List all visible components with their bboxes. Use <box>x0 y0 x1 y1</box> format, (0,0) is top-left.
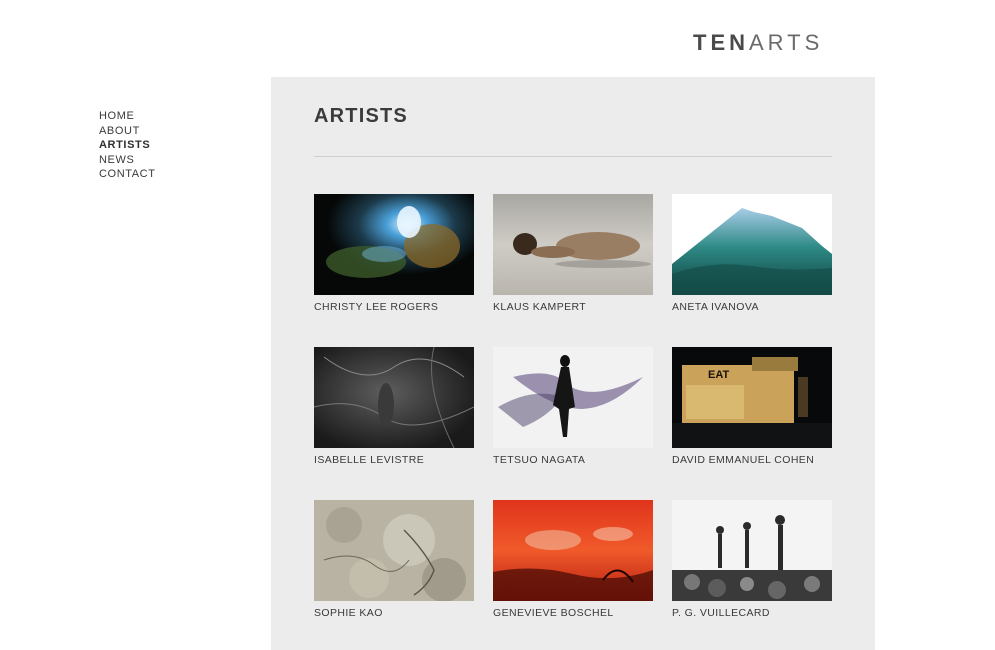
logo-bold-text: TEN <box>693 30 749 55</box>
nav-item-artists[interactable]: ARTISTS <box>99 138 156 153</box>
title-divider <box>314 156 832 157</box>
artist-thumbnail[interactable] <box>672 500 832 601</box>
artist-name[interactable]: KLAUS KAMPERT <box>493 301 653 313</box>
artist-card-christy-lee-rogers[interactable]: CHRISTY LEE ROGERS <box>314 194 474 313</box>
artist-name[interactable]: ANETA IVANOVA <box>672 301 832 313</box>
artist-card-david-emmanuel-cohen[interactable]: EAT DAVID EMMANUEL COHEN <box>672 347 832 466</box>
artist-thumbnail[interactable] <box>314 194 474 295</box>
artist-thumbnail[interactable] <box>314 347 474 448</box>
artist-name[interactable]: P. G. VUILLECARD <box>672 607 832 619</box>
artist-name[interactable]: SOPHIE KAO <box>314 607 474 619</box>
nav-item-news[interactable]: NEWS <box>99 153 156 168</box>
artist-thumbnail[interactable] <box>493 500 653 601</box>
page-title: ARTISTS <box>314 105 408 127</box>
artist-card-sophie-kao[interactable]: SOPHIE KAO <box>314 500 474 619</box>
content-panel: ARTISTS CHRISTY LEE ROGERS KLAUS KAMPERT… <box>271 77 875 650</box>
artist-name[interactable]: ISABELLE LEVISTRE <box>314 454 474 466</box>
artist-card-aneta-ivanova[interactable]: ANETA IVANOVA <box>672 194 832 313</box>
artist-name[interactable]: CHRISTY LEE ROGERS <box>314 301 474 313</box>
artist-name[interactable]: GENEVIEVE BOSCHEL <box>493 607 653 619</box>
artist-card-isabelle-levistre[interactable]: ISABELLE LEVISTRE <box>314 347 474 466</box>
artist-name[interactable]: DAVID EMMANUEL COHEN <box>672 454 832 466</box>
nav-item-about[interactable]: ABOUT <box>99 124 156 139</box>
artist-thumbnail[interactable] <box>672 194 832 295</box>
artist-thumbnail[interactable] <box>493 194 653 295</box>
eat-sign-text: EAT <box>708 369 729 381</box>
artist-thumbnail[interactable]: EAT <box>672 347 832 448</box>
logo-light-text: ARTS <box>749 30 824 55</box>
artist-thumbnail[interactable] <box>493 347 653 448</box>
artist-name[interactable]: TETSUO NAGATA <box>493 454 653 466</box>
artist-thumbnail[interactable] <box>314 500 474 601</box>
nav-item-home[interactable]: HOME <box>99 109 156 124</box>
artist-card-genevieve-boschel[interactable]: GENEVIEVE BOSCHEL <box>493 500 653 619</box>
artist-card-tetsuo-nagata[interactable]: TETSUO NAGATA <box>493 347 653 466</box>
artist-card-pg-vuillecard[interactable]: P. G. VUILLECARD <box>672 500 832 619</box>
artist-card-klaus-kampert[interactable]: KLAUS KAMPERT <box>493 194 653 313</box>
nav-item-contact[interactable]: CONTACT <box>99 167 156 182</box>
main-nav: HOME ABOUT ARTISTS NEWS CONTACT <box>99 109 156 182</box>
site-logo[interactable]: TENARTS <box>693 30 823 56</box>
